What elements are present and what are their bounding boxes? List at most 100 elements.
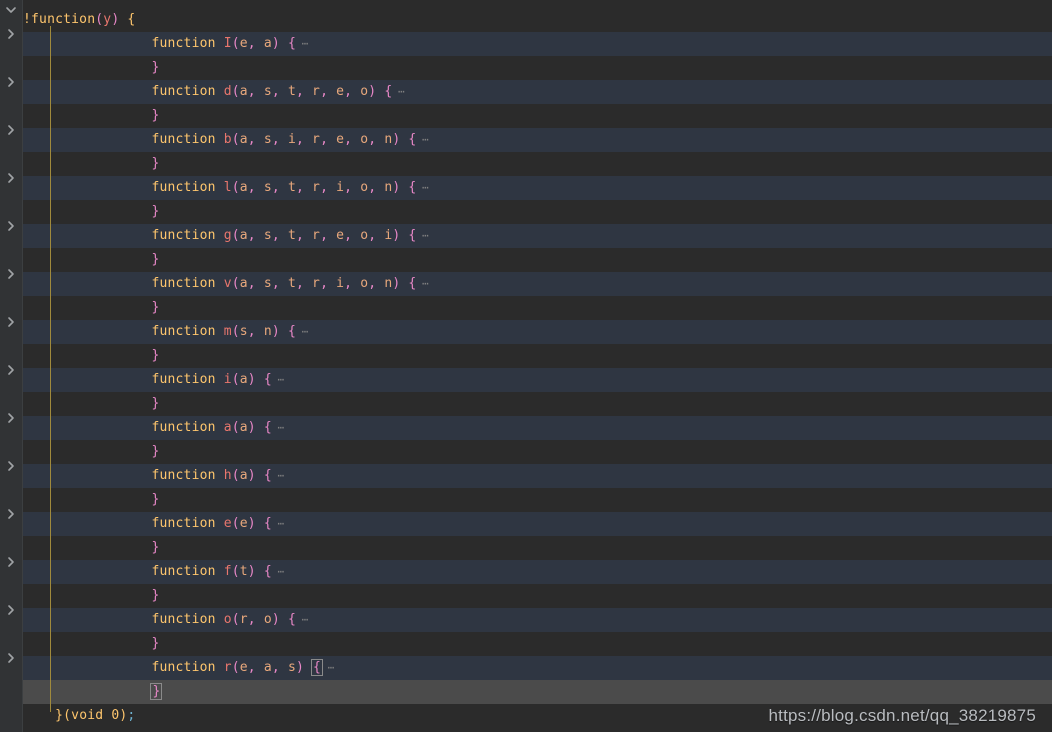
code-token: r [312, 132, 321, 147]
code-line[interactable]: function i(a) { ⋯ [0, 368, 1052, 392]
code-token: { [263, 420, 272, 435]
code-line[interactable]: function l(a, s, t, r, i, o, n) { ⋯ [0, 176, 1052, 200]
code-token: function [151, 276, 216, 291]
code-line[interactable]: function o(r, o) { ⋯ [0, 608, 1052, 632]
chevron-right-icon [3, 26, 19, 42]
editor-gutter[interactable] [0, 0, 23, 732]
code-line[interactable]: } [0, 488, 1052, 512]
code-token: g [223, 228, 232, 243]
fold-placeholder-icon[interactable]: ⋯ [416, 181, 429, 194]
fold-placeholder-icon[interactable]: ⋯ [272, 469, 284, 482]
fold-placeholder-icon[interactable]: ⋯ [296, 613, 309, 626]
fold-collapsed-e[interactable] [3, 506, 19, 522]
code-line[interactable]: } [0, 632, 1052, 656]
code-token: } [151, 156, 160, 171]
code-token: { [287, 612, 296, 627]
code-token: } [151, 492, 160, 507]
code-token: , [320, 132, 337, 147]
code-line[interactable]: function d(a, s, t, r, e, o) { ⋯ [0, 80, 1052, 104]
fold-placeholder-icon[interactable]: ⋯ [416, 133, 429, 146]
code-line[interactable]: } [0, 248, 1052, 272]
code-line[interactable]: function m(s, n) { ⋯ [0, 320, 1052, 344]
fold-collapsed-I[interactable] [3, 26, 19, 42]
code-token: , [247, 228, 264, 243]
code-line-content: } [0, 536, 159, 560]
indent-guide-line [50, 26, 51, 712]
code-token: s [263, 132, 272, 147]
code-line-content: } [0, 152, 159, 176]
code-token: l [223, 180, 232, 195]
code-line[interactable]: !function(y) { [0, 8, 1052, 32]
fold-collapsed-d[interactable] [3, 74, 19, 90]
fold-collapsed-l[interactable] [3, 170, 19, 186]
fold-placeholder-icon[interactable]: ⋯ [272, 421, 284, 434]
code-token: } [151, 636, 160, 651]
code-token: function [151, 180, 216, 195]
code-line[interactable]: } [0, 536, 1052, 560]
code-line[interactable]: } [0, 344, 1052, 368]
code-line[interactable]: } [0, 680, 1052, 704]
fold-placeholder-icon[interactable]: ⋯ [392, 85, 405, 98]
code-line-content: } [0, 440, 159, 464]
code-line[interactable]: function f(t) { ⋯ [0, 560, 1052, 584]
fold-collapsed-r[interactable] [3, 650, 19, 666]
code-line[interactable]: function g(a, s, t, r, e, o, i) { ⋯ [0, 224, 1052, 248]
code-line-content: function h(a) { ⋯ [0, 464, 284, 488]
fold-collapsed-a[interactable] [3, 410, 19, 426]
code-line-content: } [0, 632, 159, 656]
fold-collapsed-o[interactable] [3, 602, 19, 618]
code-editor[interactable]: !function(y) { function I(e, a) { ⋯ } fu… [0, 0, 1052, 732]
fold-collapsed-m[interactable] [3, 314, 19, 330]
fold-placeholder-icon[interactable]: ⋯ [296, 37, 309, 50]
code-line[interactable]: } [0, 584, 1052, 608]
code-line[interactable]: } [0, 296, 1052, 320]
code-token: , [247, 132, 264, 147]
code-token: a [239, 132, 248, 147]
fold-collapsed-g[interactable] [3, 218, 19, 234]
fold-placeholder-icon[interactable]: ⋯ [416, 229, 429, 242]
code-line-content: function b(a, s, i, r, e, o, n) { ⋯ [0, 128, 428, 152]
fold-placeholder-icon[interactable]: ⋯ [272, 517, 284, 530]
fold-collapsed-f[interactable] [3, 554, 19, 570]
fold-placeholder-icon[interactable]: ⋯ [272, 565, 284, 578]
code-token: function [151, 420, 216, 435]
code-line[interactable]: } [0, 104, 1052, 128]
code-line-content: } [0, 248, 159, 272]
code-token: } [151, 204, 160, 219]
code-token: , [247, 660, 264, 675]
code-token: t [287, 180, 296, 195]
code-line[interactable]: function r(e, a, s) { ⋯ [0, 656, 1052, 680]
fold-placeholder-icon[interactable]: ⋯ [296, 325, 309, 338]
fold-collapsed-b[interactable] [3, 122, 19, 138]
code-token: e [239, 660, 248, 675]
code-line[interactable]: function b(a, s, i, r, e, o, n) { ⋯ [0, 128, 1052, 152]
code-line[interactable]: function v(a, s, t, r, i, o, n) { ⋯ [0, 272, 1052, 296]
code-token: o [223, 612, 232, 627]
code-token: ) [295, 660, 304, 675]
watermark-url: https://blog.csdn.net/qq_38219875 [768, 706, 1036, 725]
fold-placeholder-icon[interactable]: ⋯ [272, 373, 284, 386]
code-line-content: function m(s, n) { ⋯ [0, 320, 309, 344]
code-line[interactable]: function I(e, a) { ⋯ [0, 32, 1052, 56]
code-token: ) [271, 324, 280, 339]
code-line[interactable]: } [0, 152, 1052, 176]
fold-expanded-root[interactable] [3, 2, 19, 18]
code-token: f [223, 564, 232, 579]
code-line[interactable]: } [0, 392, 1052, 416]
fold-collapsed-h[interactable] [3, 458, 19, 474]
code-line[interactable]: function a(a) { ⋯ [0, 416, 1052, 440]
fold-placeholder-icon[interactable]: ⋯ [416, 277, 429, 290]
fold-collapsed-v[interactable] [3, 266, 19, 282]
code-token: a [239, 420, 248, 435]
fold-placeholder-icon[interactable]: ⋯ [322, 661, 335, 674]
code-line[interactable]: function h(a) { ⋯ [0, 464, 1052, 488]
code-line[interactable]: } [0, 440, 1052, 464]
code-line[interactable]: function e(e) { ⋯ [0, 512, 1052, 536]
code-line[interactable]: } [0, 56, 1052, 80]
fold-collapsed-i[interactable] [3, 362, 19, 378]
code-line[interactable]: } [0, 200, 1052, 224]
